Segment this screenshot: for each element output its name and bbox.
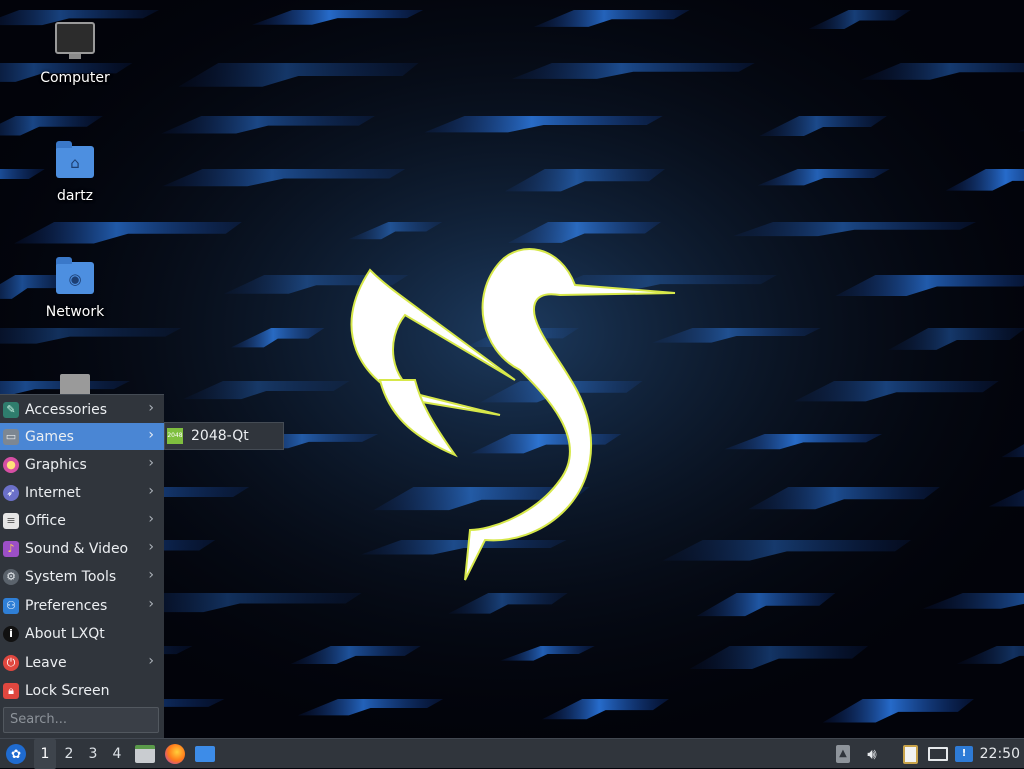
file-manager-launcher[interactable] [132,739,158,769]
chevron-right-icon: › [148,539,154,555]
info-icon: i [3,625,19,642]
volume-icon: 🔊︎ [867,745,877,763]
update-notifier-tray[interactable]: ! [952,739,976,769]
clock[interactable]: 22:50 [980,739,1020,769]
menu-item-label: Preferences [25,597,108,614]
graphics-icon: ● [3,456,19,473]
games-submenu: 2048 2048-Qt [164,422,284,450]
main-menu-button[interactable]: ✿ [2,739,30,769]
chevron-right-icon: › [148,596,154,612]
menu-item-label: Graphics [25,456,87,473]
desktop-icon-home[interactable]: ⌂ dartz [20,140,130,204]
sound-video-icon: ♪ [3,540,19,557]
menu-item-games[interactable]: ▭ Games › [0,423,164,450]
taskbar: ✿ 1 2 3 4 ▲ 🔊︎ ! 22:50 [0,738,1024,769]
menu-item-label: Lock Screen [25,682,110,699]
computer-icon [54,22,96,64]
desktop-switch-1[interactable]: 1 [34,739,56,769]
desktop-switch-3[interactable]: 3 [82,739,104,769]
network-tray[interactable] [926,739,950,769]
office-icon: ≡ [3,512,19,529]
chevron-right-icon: › [148,400,154,416]
desktop-icon-computer[interactable]: Computer [20,22,130,86]
menu-item-leave[interactable]: ⏻ Leave › [0,649,164,676]
menu-item-label: Sound & Video [25,540,129,557]
volume-tray[interactable]: 🔊︎ [860,739,884,769]
internet-icon: ➶ [3,484,19,501]
menu-item-sound-video[interactable]: ♪ Sound & Video › [0,535,164,562]
menu-item-label: Internet [25,484,81,501]
games-icon: ▭ [3,428,19,445]
update-notifier-icon: ! [955,746,973,762]
menu-item-label: System Tools [25,568,117,585]
network-icon [928,747,948,761]
power-icon: ⏻ [3,654,19,671]
desktop-switch-2[interactable]: 2 [58,739,80,769]
clipboard-icon [902,744,918,764]
menu-item-label: Accessories [25,401,108,418]
lock-icon: 🔒︎ [3,682,19,699]
menu-item-lock-screen[interactable]: 🔒︎ Lock Screen [0,677,164,704]
accessories-icon: ✎ [3,401,19,418]
menu-item-label: Leave [25,654,67,671]
desktop-icon-label: dartz [56,188,94,204]
show-desktop-icon [195,746,215,762]
chevron-right-icon: › [148,455,154,471]
desktop-icon-label: Computer [40,70,110,86]
menu-item-system-tools[interactable]: ⚙ System Tools › [0,563,164,590]
menu-item-label: Office [25,512,66,529]
show-desktop-button[interactable] [192,739,218,769]
firefox-icon [165,744,185,764]
menu-item-label: Games [25,428,74,445]
start-menu: ✎ Accessories › ▭ Games › ● Graphics › ➶… [0,394,164,739]
preferences-icon: ⚇ [3,597,19,614]
menu-item-graphics[interactable]: ● Graphics › [0,451,164,478]
menu-item-internet[interactable]: ➶ Internet › [0,479,164,506]
network-folder-icon: ◉ [54,256,96,298]
chevron-right-icon: › [148,653,154,669]
desktop-switch-4[interactable]: 4 [106,739,128,769]
chevron-right-icon: › [148,427,154,443]
menu-item-label: About LXQt [25,625,105,642]
menu-item-office[interactable]: ≡ Office › [0,507,164,534]
system-tools-icon: ⚙ [3,568,19,585]
removable-media-tray[interactable]: ▲ [832,739,854,769]
chevron-right-icon: › [148,567,154,583]
2048-game-icon: 2048 [167,428,183,444]
firefox-launcher[interactable] [162,739,188,769]
desktop-icon-label: Network [45,304,105,320]
clipboard-tray[interactable] [898,739,922,769]
menu-item-accessories[interactable]: ✎ Accessories › [0,396,164,423]
home-folder-icon: ⌂ [54,140,96,182]
submenu-item-2048-qt[interactable]: 2048 2048-Qt [167,428,249,444]
chevron-right-icon: › [148,483,154,499]
submenu-item-label: 2048-Qt [191,428,249,444]
menu-search-input[interactable]: Search... [3,707,159,733]
lxqt-menu-icon: ✿ [6,744,26,764]
file-manager-icon [135,745,155,763]
menu-item-about-lxqt[interactable]: i About LXQt [0,620,164,647]
chevron-right-icon: › [148,511,154,527]
menu-item-preferences[interactable]: ⚇ Preferences › [0,592,164,619]
desktop-icon-network[interactable]: ◉ Network [20,256,130,320]
removable-media-icon: ▲ [836,745,850,763]
